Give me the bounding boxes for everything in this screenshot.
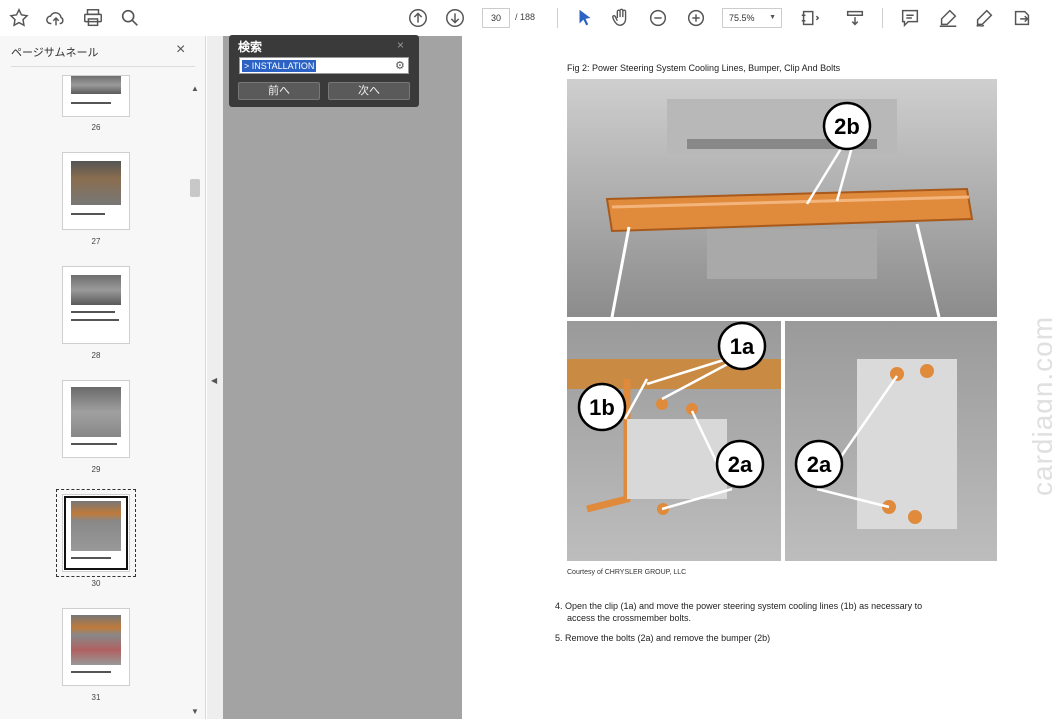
- callout-2a-right: 2a: [807, 452, 832, 477]
- find-previous-button[interactable]: 前へ: [238, 82, 320, 100]
- chevron-down-icon: ▼: [769, 14, 776, 21]
- scroll-up-icon[interactable]: ▲: [189, 84, 201, 96]
- print-icon[interactable]: [80, 5, 106, 31]
- figure-credit: Courtesy of CHRYSLER GROUP, LLC: [567, 569, 687, 576]
- upload-cloud-icon[interactable]: [43, 5, 69, 31]
- callout-1a: 1a: [730, 334, 755, 359]
- draw-icon[interactable]: [971, 5, 997, 31]
- thumbnail-label: 27: [91, 237, 101, 246]
- find-next-button[interactable]: 次へ: [328, 82, 410, 100]
- toolbar: 30 / 188 75.5% ▼: [0, 0, 1052, 36]
- page-down-icon[interactable]: [442, 5, 468, 31]
- hand-tool-icon[interactable]: [608, 5, 634, 31]
- canvas-background: [207, 36, 462, 719]
- step-4-line-2: access the crossmember bolts.: [567, 613, 692, 623]
- page-fit-icon[interactable]: [797, 5, 823, 31]
- comment-icon[interactable]: [897, 5, 923, 31]
- search-dialog-title: 検索: [238, 40, 263, 54]
- thumbnail-page-30[interactable]: [62, 494, 130, 572]
- callout-2b: 2b: [834, 114, 860, 139]
- figure-image: 2b 1a 1b 2a 2a: [567, 79, 997, 561]
- thumbnail-page-26[interactable]: [62, 75, 130, 117]
- figure-caption: Fig 2: Power Steering System Cooling Lin…: [567, 63, 841, 73]
- search-query-text: > INSTALLATION: [242, 60, 317, 72]
- toolbar-divider: [882, 8, 883, 28]
- search-icon[interactable]: [117, 5, 143, 31]
- gear-icon[interactable]: ⚙: [395, 59, 405, 72]
- thumbnail-page-29[interactable]: [62, 380, 130, 458]
- thumbnail-label: 29: [91, 465, 101, 474]
- scroll-down-icon[interactable]: ▼: [189, 707, 201, 719]
- page-number-input[interactable]: 30: [482, 8, 510, 28]
- zoom-value: 75.5%: [729, 13, 755, 23]
- page-up-icon[interactable]: [405, 5, 431, 31]
- thumbnail-label: 30: [91, 579, 101, 588]
- search-input[interactable]: > INSTALLATION ⚙: [239, 57, 409, 74]
- thumbnail-page-28[interactable]: [62, 266, 130, 344]
- thumbnail-label: 28: [91, 351, 101, 360]
- highlight-pen-icon[interactable]: [935, 5, 961, 31]
- close-icon[interactable]: ×: [397, 38, 404, 52]
- panel-title: ページサムネール: [11, 47, 99, 59]
- callout-1b: 1b: [589, 395, 615, 420]
- scrollbar-thumb[interactable]: [190, 179, 200, 197]
- thumbnail-page-31[interactable]: [62, 608, 130, 686]
- thumbnail-label: 26: [91, 123, 101, 132]
- thumbnail-scrollbar[interactable]: ▲ ▼: [189, 84, 201, 719]
- close-icon[interactable]: ×: [176, 41, 185, 59]
- select-cursor-icon[interactable]: [572, 5, 598, 31]
- zoom-out-icon[interactable]: [645, 5, 671, 31]
- star-icon[interactable]: [6, 5, 32, 31]
- callout-2a-left: 2a: [728, 452, 753, 477]
- thumbnail-label: 31: [91, 693, 101, 702]
- scroll-mode-icon[interactable]: [842, 5, 868, 31]
- zoom-in-icon[interactable]: [683, 5, 709, 31]
- step-4-line-1: 4. Open the clip (1a) and move the power…: [555, 601, 923, 611]
- toolbar-divider: [557, 8, 558, 28]
- page-total: / 188: [515, 12, 536, 22]
- panel-divider: [11, 66, 195, 67]
- watermark: cardiagn.com: [1027, 315, 1052, 496]
- document-page: Fig 2: Power Steering System Cooling Lin…: [462, 36, 1052, 719]
- share-icon[interactable]: [1009, 5, 1035, 31]
- thumbnail-page-27[interactable]: [62, 152, 130, 230]
- collapse-left-icon[interactable]: ◀: [211, 376, 217, 385]
- zoom-select[interactable]: 75.5% ▼: [722, 8, 782, 28]
- thumbnail-panel: ページサムネール × 26 27 28 29 30 31 ▲ ▼: [0, 36, 206, 719]
- search-dialog: 検索 × > INSTALLATION ⚙ 前へ 次へ: [229, 35, 419, 107]
- step-5: 5. Remove the bolts (2a) and remove the …: [555, 633, 771, 643]
